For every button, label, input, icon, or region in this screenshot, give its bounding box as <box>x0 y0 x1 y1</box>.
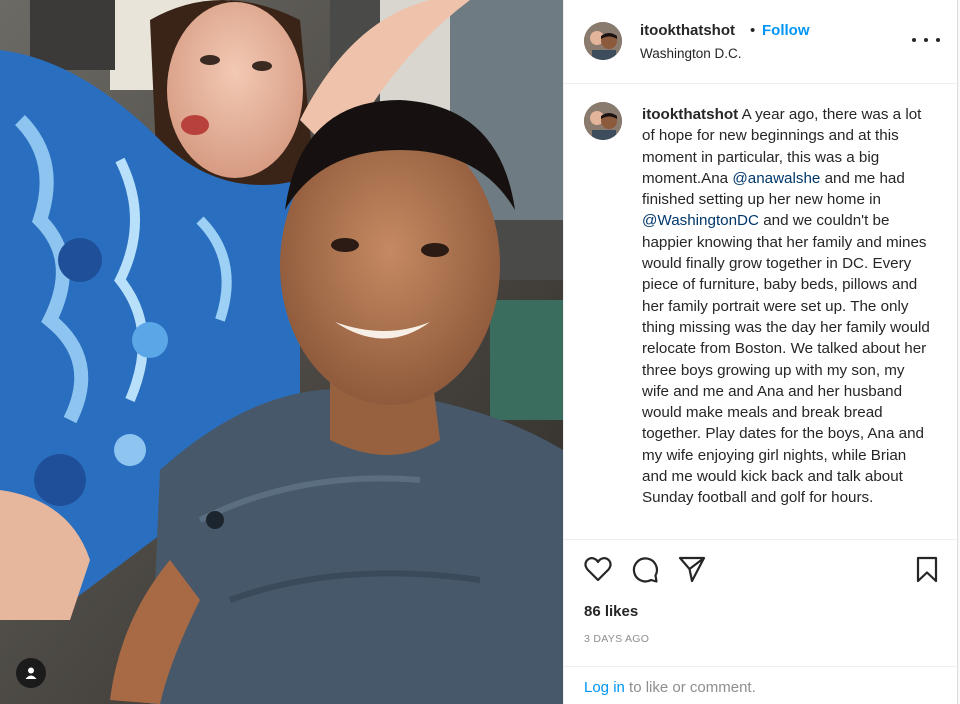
comments-section[interactable]: itookthatshot A year ago, there was a lo… <box>564 84 959 539</box>
post-panel: itookthatshot • Follow Washington D.C. i… <box>563 0 959 704</box>
more-options-icon[interactable] <box>912 30 940 50</box>
separator-dot: • <box>750 22 756 39</box>
mention-link[interactable]: @anawalshe <box>732 170 820 187</box>
post-header: itookthatshot • Follow Washington D.C. <box>564 0 959 84</box>
action-bar <box>564 539 959 599</box>
post-photo[interactable] <box>0 0 563 704</box>
login-link[interactable]: Log in <box>584 679 625 696</box>
likes-count[interactable]: 86 likes <box>584 603 638 620</box>
caption-author[interactable]: itookthatshot <box>642 106 738 123</box>
user-tag-icon <box>25 667 37 679</box>
username-link[interactable]: itookthatshot <box>640 22 735 39</box>
avatar-image <box>584 22 622 60</box>
post-timestamp[interactable]: 3 DAYS AGO <box>584 633 649 645</box>
mention-link[interactable]: @WashingtonDC <box>642 212 759 229</box>
location-link[interactable]: Washington D.C. <box>640 46 742 61</box>
login-prompt: Log in to like or comment. <box>564 666 959 704</box>
caption-avatar[interactable] <box>584 102 622 140</box>
tagged-users-button[interactable] <box>16 658 46 688</box>
avatar-image <box>584 102 622 140</box>
follow-button[interactable]: Follow <box>762 22 810 39</box>
post-caption: itookthatshot A year ago, there was a lo… <box>642 104 932 509</box>
bookmark-icon[interactable] <box>915 556 939 583</box>
caption-text: and we couldn't be happier knowing that … <box>642 212 930 507</box>
comment-icon[interactable] <box>631 556 659 584</box>
avatar[interactable] <box>584 22 622 60</box>
selfie-image <box>0 0 563 704</box>
login-prompt-text: to like or comment. <box>624 679 756 696</box>
heart-icon[interactable] <box>584 556 612 582</box>
paper-plane-icon[interactable] <box>678 556 706 583</box>
